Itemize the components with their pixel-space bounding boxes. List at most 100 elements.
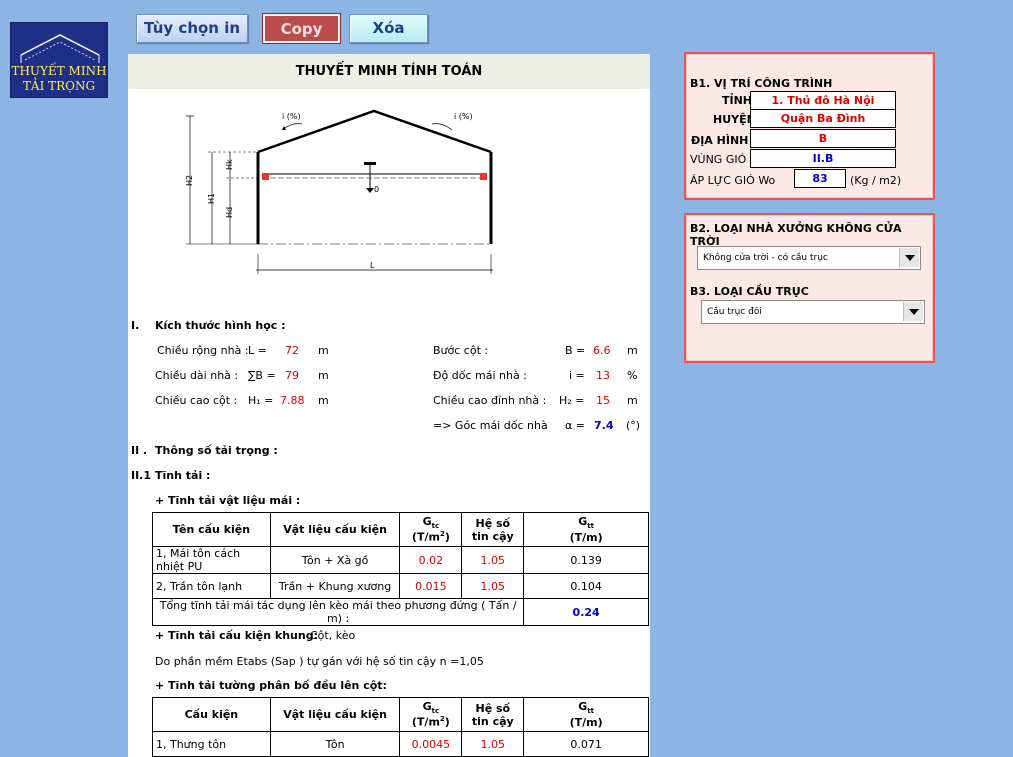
- house-length-value: 79: [285, 369, 299, 382]
- total-label: Tổng tĩnh tải mái tác dụng lên kèo mái t…: [151, 598, 525, 626]
- location-panel-title: B1. VỊ TRÍ CÔNG TRÌNH: [690, 77, 833, 90]
- app-logo: THUYẾT MINH TẢI TRỌNG: [10, 22, 108, 98]
- house-width-value: 72: [285, 344, 299, 357]
- cell-gtt: 0.071: [523, 731, 649, 757]
- table-row: 1, Thưng tôn Tôn 0.0045 1.05 0.071: [152, 731, 649, 757]
- table-total-row: Tổng tĩnh tải mái tác dụng lên kèo mái t…: [151, 598, 649, 626]
- wind-pressure-field[interactable]: 83: [794, 169, 846, 188]
- section2-title: Thông số tải trọng :: [155, 444, 278, 457]
- ridge-height-value: 15: [596, 394, 610, 407]
- column-height-unit: m: [318, 394, 329, 407]
- house-length-label: Chiều dài nhà :: [155, 369, 239, 382]
- building-type-title: B2. LOẠI NHÀ XƯỞNG KHÔNG CỬA TRỜI: [690, 222, 902, 248]
- delete-button[interactable]: Xóa: [349, 14, 428, 43]
- col-header-component: Tên cấu kiện: [152, 512, 271, 547]
- section2-number: II .: [131, 444, 148, 457]
- cell-gtt: 0.139: [523, 546, 649, 574]
- building-type-dropdown[interactable]: Không cửa trời - có cầu trục: [697, 246, 921, 270]
- logo-title-line2: TẢI TRỌNG: [22, 79, 96, 93]
- slope-right-label: i (%): [454, 112, 473, 121]
- house-width-label: Chiều rộng nhà :: [157, 344, 249, 357]
- roof-slope-label: Độ dốc mái nhà :: [433, 369, 527, 382]
- col-header-material: Vật liệu cấu kiện: [269, 512, 401, 547]
- wind-pressure-unit: (Kg / m2): [850, 174, 902, 187]
- table-row: 2, Trần tôn lạnh Trần + Khung xương 0.01…: [152, 573, 649, 599]
- chevron-down-icon[interactable]: [899, 248, 919, 267]
- roof-angle-symbol: α =: [565, 419, 585, 432]
- roof-load-table: Tên cấu kiện Vật liệu cấu kiện Gtc (T/m2)…: [151, 512, 649, 626]
- frame-load-note: Do phần mềm Etabs (Sap ) tự gán với hệ s…: [155, 655, 484, 668]
- dim-h2-label: H2: [185, 175, 194, 186]
- col-header-gtc: Gtc (T/m2): [399, 512, 463, 547]
- total-value: 0.24: [523, 598, 649, 626]
- section1-title: Kích thước hình học :: [155, 319, 286, 332]
- column-step-unit: m: [627, 344, 638, 357]
- province-label: TỈNH: [722, 94, 753, 107]
- roof-angle-label: => Góc mái dốc nhà: [433, 419, 548, 432]
- cell-material: Trần + Khung xương: [269, 573, 401, 599]
- cell-component: 2, Trần tôn lạnh: [152, 573, 271, 599]
- house-length-symbol: ∑B =: [248, 369, 276, 382]
- crane-type-title: B3. LOẠI CẦU TRỤC: [690, 285, 809, 298]
- load-q-label: 0: [374, 185, 379, 194]
- column-step-symbol: B =: [565, 344, 586, 357]
- calculation-sheet: THUYẾT MINH TÍNH TOÁN H2 H1 Hk Hd 0 i (%…: [128, 54, 650, 757]
- wind-zone-field[interactable]: II.B: [750, 149, 896, 168]
- col-header-component: Cấu kiện: [152, 697, 271, 732]
- frame-load-title: + Tĩnh tải cấu kiện khung:: [155, 629, 318, 642]
- province-field[interactable]: 1. Thủ đô Hà Nội: [750, 91, 896, 110]
- ridge-height-unit: m: [627, 394, 638, 407]
- roof-slope-unit: %: [627, 369, 638, 382]
- table-header-row: Tên cấu kiện Vật liệu cấu kiện Gtc (T/m2)…: [152, 512, 649, 547]
- table-header-row: Cấu kiện Vật liệu cấu kiện Gtc (T/m2) Hệ …: [152, 697, 649, 732]
- cell-gtc[interactable]: 0.02: [399, 546, 463, 574]
- wall-load-title: + Tĩnh tải tường phân bố đều lên cột:: [155, 679, 387, 692]
- frame-diagram: H2 H1 Hk Hd 0 i (%) i (%) L: [185, 109, 493, 274]
- cell-material: Tôn: [269, 731, 401, 757]
- wall-load-table: Cấu kiện Vật liệu cấu kiện Gtc (T/m2) Hệ …: [152, 697, 649, 757]
- cell-gtc[interactable]: 0.015: [399, 573, 463, 599]
- wind-zone-label: VÙNG GIÓ: [690, 153, 747, 166]
- cell-material: Tôn + Xà gồ: [269, 546, 401, 574]
- table-row: 1, Mái tôn cách nhiệt PU Tôn + Xà gồ 0.0…: [152, 546, 649, 574]
- col-header-material: Vật liệu cấu kiện: [269, 697, 401, 732]
- col-header-reliability: Hệ số tin cậy: [461, 697, 525, 732]
- terrain-field[interactable]: B: [750, 129, 896, 148]
- col-header-gtt: Gtt (T/m): [523, 697, 649, 732]
- roof-slope-value: 13: [596, 369, 610, 382]
- cell-gtc[interactable]: 0.0045: [399, 731, 463, 757]
- district-field[interactable]: Quận Ba Đình: [750, 109, 896, 128]
- roof-load-title: + Tĩnh tải vật liệu mái :: [155, 494, 301, 507]
- cell-component: 1, Thưng tôn: [152, 731, 271, 757]
- print-options-button[interactable]: Tùy chọn in: [136, 14, 248, 43]
- building-type-selected: Không cửa trời - có cầu trục: [703, 253, 828, 263]
- cell-component: 1, Mái tôn cách nhiệt PU: [152, 546, 271, 574]
- cell-reliability[interactable]: 1.05: [461, 731, 525, 757]
- col-header-reliability: Hệ số tin cậy: [461, 512, 525, 547]
- column-height-symbol: H₁ =: [248, 394, 274, 407]
- column-step-label: Bước cột :: [433, 344, 489, 357]
- copy-button[interactable]: Copy: [263, 14, 340, 43]
- column-height-label: Chiều cao cột :: [155, 394, 238, 407]
- roof-angle-value: 7.4: [594, 419, 614, 432]
- crane-type-selected: Cầu trục đôi: [707, 307, 762, 317]
- house-length-unit: m: [318, 369, 329, 382]
- col-header-gtc: Gtc (T/m2): [399, 697, 463, 732]
- location-panel: B1. VỊ TRÍ CÔNG TRÌNH TỈNH 1. Thủ đô Hà …: [684, 52, 935, 200]
- dim-hd-label: Hd: [225, 207, 234, 218]
- ridge-height-label: Chiều cao đỉnh nhà :: [433, 394, 547, 407]
- cell-reliability[interactable]: 1.05: [461, 546, 525, 574]
- dim-h1-label: H1: [207, 193, 216, 204]
- logo-title-line1: THUYẾT MINH: [11, 64, 107, 78]
- frame-load-value: Cột, kèo: [310, 629, 356, 642]
- dim-hk-label: Hk: [225, 159, 234, 170]
- wind-pressure-label: ÁP LỰC GIÓ Wo: [690, 174, 776, 187]
- section1-number: I.: [131, 319, 140, 332]
- cell-reliability[interactable]: 1.05: [461, 573, 525, 599]
- chevron-down-icon[interactable]: [903, 302, 923, 321]
- span-l-label: L: [370, 261, 375, 270]
- sheet-title: THUYẾT MINH TÍNH TOÁN: [295, 64, 483, 79]
- crane-type-dropdown[interactable]: Cầu trục đôi: [701, 300, 925, 324]
- section2-1-title: Tĩnh tải :: [155, 469, 211, 482]
- roof-angle-unit: (°): [626, 419, 641, 432]
